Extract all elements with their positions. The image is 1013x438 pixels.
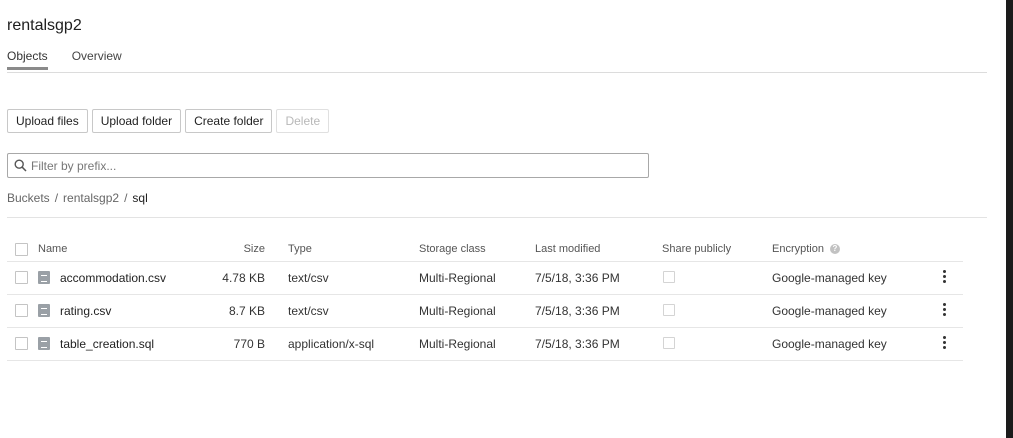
more-vert-icon[interactable] bbox=[938, 336, 950, 352]
column-encryption-label: Encryption bbox=[772, 243, 824, 255]
toolbar: Upload files Upload folder Create folder… bbox=[7, 109, 330, 133]
file-type: text/csv bbox=[288, 271, 329, 285]
file-type: application/x-sql bbox=[288, 337, 375, 351]
share-publicly-checkbox[interactable] bbox=[663, 304, 675, 316]
breadcrumb-buckets[interactable]: Buckets bbox=[7, 191, 50, 205]
file-encryption: Google-managed key bbox=[772, 271, 887, 285]
file-encryption: Google-managed key bbox=[772, 304, 887, 318]
tabs-divider bbox=[7, 72, 987, 73]
file-last-modified: 7/5/18, 3:36 PM bbox=[535, 304, 620, 318]
delete-button[interactable]: Delete bbox=[276, 109, 330, 133]
more-vert-icon[interactable] bbox=[938, 303, 950, 319]
help-icon[interactable]: ? bbox=[829, 244, 840, 255]
file-storage-class: Multi-Regional bbox=[419, 337, 496, 351]
tab-overview[interactable]: Overview bbox=[72, 49, 122, 70]
search-icon bbox=[14, 159, 27, 172]
file-size: 4.78 KB bbox=[222, 271, 265, 285]
breadcrumb-folder: sql bbox=[132, 191, 148, 205]
file-encryption: Google-managed key bbox=[772, 337, 887, 351]
page-title: rentalsgp2 bbox=[7, 17, 82, 34]
more-vert-icon[interactable] bbox=[938, 270, 950, 286]
breadcrumb-separator: / bbox=[54, 191, 59, 205]
share-publicly-checkbox[interactable] bbox=[663, 271, 675, 283]
file-storage-class: Multi-Regional bbox=[419, 271, 496, 285]
file-storage-class: Multi-Regional bbox=[419, 304, 496, 318]
filter-box bbox=[7, 153, 649, 178]
breadcrumb-separator: / bbox=[124, 191, 128, 205]
file-size: 8.7 KB bbox=[228, 304, 265, 318]
column-size[interactable]: Size bbox=[244, 238, 265, 261]
column-type[interactable]: Type bbox=[288, 238, 312, 261]
column-encryption: Encryption? bbox=[772, 238, 840, 261]
create-folder-button[interactable]: Create folder bbox=[185, 109, 273, 133]
file-size: 770 B bbox=[233, 337, 265, 351]
share-publicly-checkbox[interactable] bbox=[663, 337, 675, 349]
table-row: accommodation.csv 4.78 KB text/csv Multi… bbox=[7, 262, 963, 295]
objects-table: Name Size Type Storage class Last modifi… bbox=[7, 238, 963, 361]
upload-folder-button[interactable]: Upload folder bbox=[91, 109, 182, 133]
file-last-modified: 7/5/18, 3:36 PM bbox=[535, 271, 620, 285]
file-name-link[interactable]: rating.csv bbox=[60, 295, 111, 327]
column-storage-class[interactable]: Storage class bbox=[419, 238, 486, 261]
file-last-modified: 7/5/18, 3:36 PM bbox=[535, 337, 620, 351]
column-last-modified[interactable]: Last modified bbox=[535, 238, 600, 261]
file-name-link[interactable]: accommodation.csv bbox=[60, 262, 166, 294]
breadcrumb-bucket[interactable]: rentalsgp2 bbox=[63, 191, 119, 205]
file-name-link[interactable]: table_creation.sql bbox=[60, 328, 154, 360]
file-type: text/csv bbox=[288, 304, 329, 318]
tab-bar: Objects Overview bbox=[7, 49, 122, 70]
filter-input[interactable] bbox=[31, 158, 648, 173]
table-header: Name Size Type Storage class Last modifi… bbox=[7, 238, 963, 262]
tab-objects[interactable]: Objects bbox=[7, 49, 48, 70]
table-row: table_creation.sql 770 B application/x-s… bbox=[7, 328, 963, 361]
select-all-checkbox[interactable] bbox=[15, 243, 28, 256]
upload-files-button[interactable]: Upload files bbox=[7, 109, 88, 133]
row-checkbox[interactable] bbox=[15, 271, 28, 284]
file-icon bbox=[38, 304, 50, 317]
breadcrumb: Buckets / rentalsgp2 / sql bbox=[7, 191, 148, 205]
table-row: rating.csv 8.7 KB text/csv Multi-Regiona… bbox=[7, 295, 963, 328]
file-icon bbox=[38, 337, 50, 350]
breadcrumb-divider bbox=[7, 217, 987, 218]
window-edge bbox=[1006, 0, 1013, 438]
column-name[interactable]: Name bbox=[38, 238, 67, 261]
row-checkbox[interactable] bbox=[15, 304, 28, 317]
column-share-publicly: Share publicly bbox=[662, 243, 732, 255]
file-icon bbox=[38, 271, 50, 284]
row-checkbox[interactable] bbox=[15, 337, 28, 350]
